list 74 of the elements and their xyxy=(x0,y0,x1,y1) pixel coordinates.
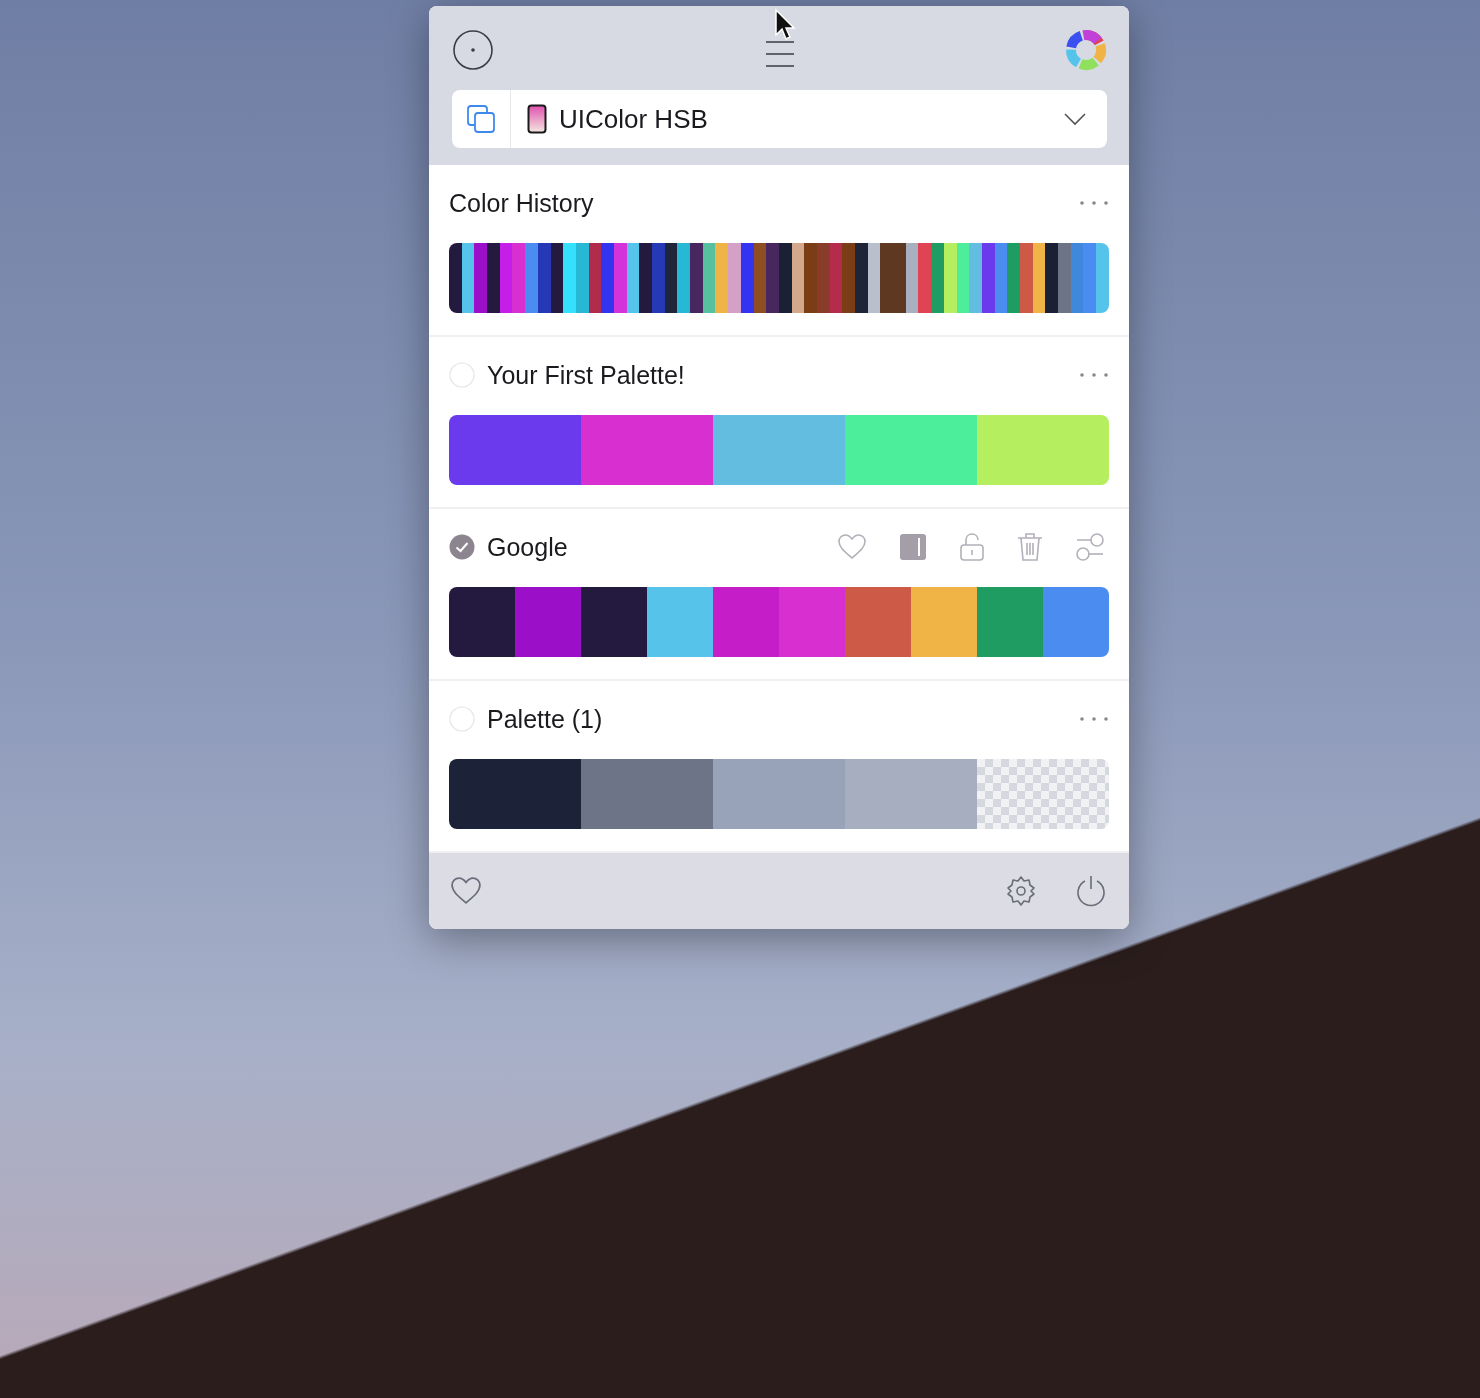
cursor-icon xyxy=(774,8,796,42)
color-swatch[interactable] xyxy=(880,243,894,313)
color-swatch[interactable] xyxy=(690,243,703,313)
format-dropdown[interactable]: UIColor HSB xyxy=(452,90,1107,148)
color-swatch[interactable] xyxy=(1043,587,1109,657)
heart-icon[interactable] xyxy=(837,533,867,561)
color-swatch[interactable] xyxy=(525,243,538,313)
color-swatch[interactable] xyxy=(804,243,817,313)
color-swatch[interactable] xyxy=(449,415,581,485)
color-swatch[interactable] xyxy=(647,587,713,657)
color-swatch[interactable] xyxy=(581,415,713,485)
more-icon[interactable] xyxy=(1079,372,1109,378)
transparent-swatch[interactable] xyxy=(977,759,1109,829)
more-icon[interactable] xyxy=(1079,200,1109,206)
copy-icon[interactable] xyxy=(465,103,497,135)
format-value: UIColor HSB xyxy=(559,103,709,135)
color-swatch[interactable] xyxy=(713,759,845,829)
color-swatch[interactable] xyxy=(715,243,729,313)
section-title: Color History xyxy=(449,188,594,218)
color-swatch[interactable] xyxy=(677,243,691,313)
color-swatch[interactable] xyxy=(713,415,845,485)
settings-icon[interactable] xyxy=(1005,875,1037,907)
palette-name: Google xyxy=(487,532,568,562)
heart-icon[interactable] xyxy=(449,876,483,906)
color-wheel-icon[interactable] xyxy=(1065,29,1107,71)
menu-icon[interactable] xyxy=(764,40,795,68)
sliders-icon[interactable] xyxy=(1075,533,1105,561)
color-swatch[interactable] xyxy=(1083,243,1097,313)
color-swatch[interactable] xyxy=(449,243,462,313)
target-icon[interactable] xyxy=(452,29,494,71)
more-icon[interactable] xyxy=(1079,716,1109,722)
chevron-down-icon xyxy=(1063,112,1087,126)
sidebar-toggle-icon[interactable] xyxy=(899,533,927,561)
color-swatch[interactable] xyxy=(893,243,906,313)
color-swatch[interactable] xyxy=(449,587,515,657)
unchecked-radio[interactable] xyxy=(449,362,475,388)
color-swatch[interactable] xyxy=(728,243,741,313)
color-swatch[interactable] xyxy=(449,759,581,829)
color-swatch[interactable] xyxy=(977,587,1043,657)
color-swatch[interactable] xyxy=(713,587,779,657)
color-swatch[interactable] xyxy=(515,587,581,657)
trash-icon[interactable] xyxy=(1017,532,1043,562)
color-swatch[interactable] xyxy=(639,243,652,313)
color-swatch[interactable] xyxy=(1045,243,1058,313)
color-swatch[interactable] xyxy=(931,243,944,313)
color-swatch[interactable] xyxy=(911,587,977,657)
palette-name: Your First Palette! xyxy=(487,360,685,390)
color-swatch[interactable] xyxy=(1007,243,1020,313)
color-swatch[interactable] xyxy=(766,243,779,313)
color-swatch[interactable] xyxy=(845,415,977,485)
color-swatch[interactable] xyxy=(563,243,576,313)
color-swatch[interactable] xyxy=(1096,243,1109,313)
color-swatch[interactable] xyxy=(512,243,526,313)
color-swatch[interactable] xyxy=(581,587,647,657)
phone-icon xyxy=(527,104,547,134)
palette-name: Palette (1) xyxy=(487,704,603,734)
color-swatch[interactable] xyxy=(977,415,1109,485)
color-swatch[interactable] xyxy=(1058,243,1071,313)
color-swatch[interactable] xyxy=(779,587,845,657)
color-swatch[interactable] xyxy=(652,243,665,313)
unlock-icon[interactable] xyxy=(959,532,985,562)
color-swatch[interactable] xyxy=(918,243,932,313)
color-swatch[interactable] xyxy=(845,587,911,657)
color-swatch[interactable] xyxy=(842,243,855,313)
color-swatch[interactable] xyxy=(969,243,982,313)
color-swatch[interactable] xyxy=(487,243,500,313)
color-swatch[interactable] xyxy=(474,243,488,313)
color-swatch[interactable] xyxy=(601,243,614,313)
power-icon[interactable] xyxy=(1075,875,1107,907)
color-swatch[interactable] xyxy=(581,759,713,829)
color-swatch[interactable] xyxy=(855,243,868,313)
unchecked-radio[interactable] xyxy=(449,706,475,732)
color-swatch[interactable] xyxy=(845,759,977,829)
checked-radio[interactable] xyxy=(449,534,475,560)
